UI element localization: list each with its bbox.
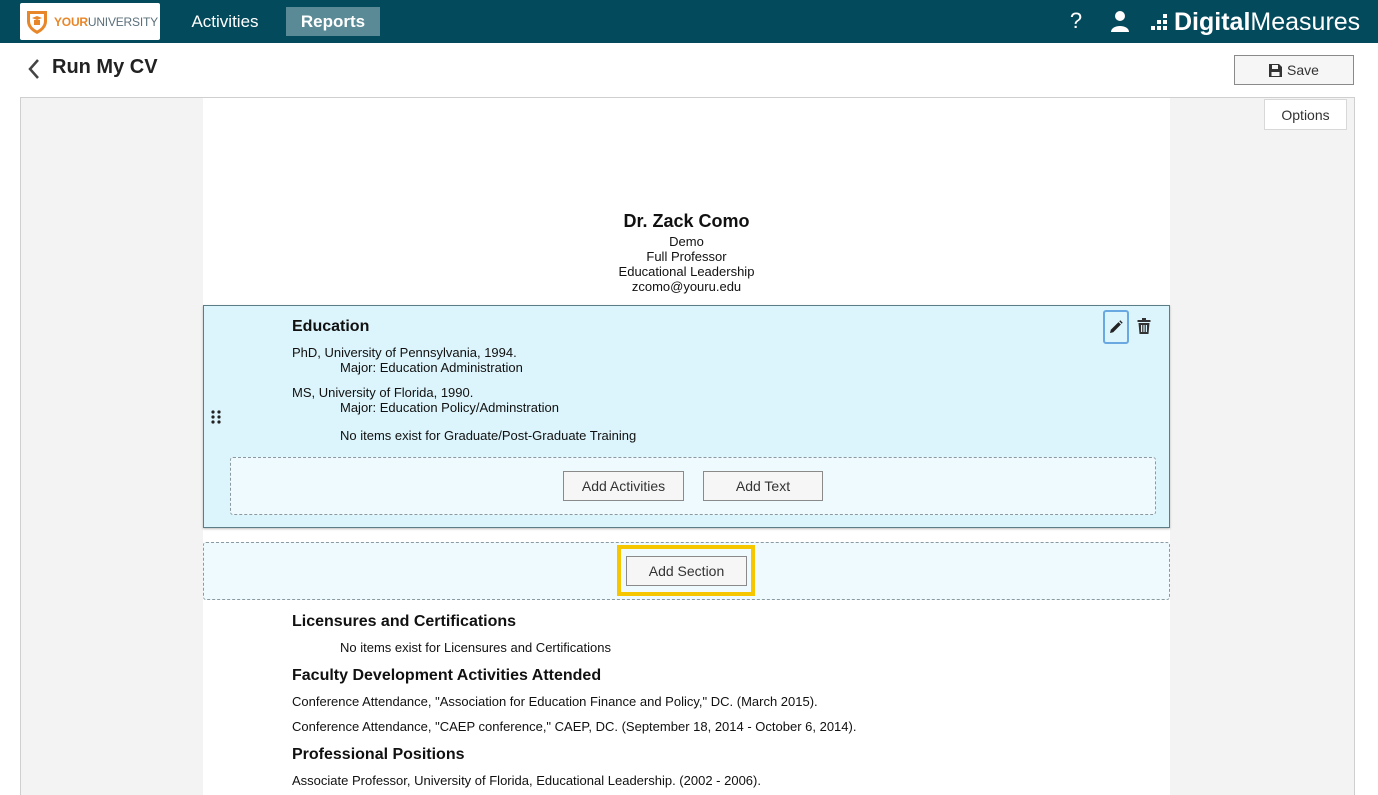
save-label: Save: [1287, 62, 1319, 78]
brand-regular-text: Measures: [1250, 8, 1361, 36]
tab-reports[interactable]: Reports: [286, 7, 380, 36]
pencil-icon: [1110, 320, 1123, 333]
cv-name: Dr. Zack Como: [623, 211, 750, 231]
cv-header: Dr. Zack Como Demo Full Professor Educat…: [203, 210, 1170, 294]
trash-icon: [1137, 318, 1151, 334]
save-button[interactable]: Save: [1234, 55, 1354, 85]
shield-logo-icon: [27, 10, 47, 34]
brand-dots-icon: [1151, 14, 1167, 30]
edit-section-button[interactable]: [1103, 310, 1129, 344]
drag-handle-icon[interactable]: [210, 409, 222, 425]
delete-section-button[interactable]: [1135, 316, 1153, 336]
help-icon[interactable]: ?: [1064, 8, 1088, 34]
education-entry-line: PhD, University of Pennsylvania, 1994.: [292, 345, 517, 360]
tab-activities[interactable]: Activities: [180, 7, 270, 36]
cv-department: Educational Leadership: [618, 264, 755, 279]
add-section-button[interactable]: Add Section: [626, 556, 747, 586]
logo-text: YOURUNIVERSITY: [54, 14, 158, 29]
top-navigation-bar: YOURUNIVERSITY Activities Reports ? Digi…: [0, 0, 1378, 43]
section-title-licensures: Licensures and Certifications: [292, 613, 517, 630]
education-entry-detail: Major: Education Administration: [340, 360, 523, 375]
section-title-faculty-development: Faculty Development Activities Attended: [292, 667, 602, 684]
user-account-icon[interactable]: [1108, 9, 1132, 33]
cv-email: zcomo@youru.edu: [631, 279, 742, 294]
add-text-button[interactable]: Add Text: [703, 471, 823, 501]
education-entry-detail: Major: Education Policy/Adminstration: [340, 400, 559, 415]
education-entry-line: MS, University of Florida, 1990.: [292, 385, 474, 400]
floppy-disk-icon: [1269, 63, 1283, 77]
cv-entry: Conference Attendance, "Association for …: [292, 694, 818, 709]
back-chevron-icon[interactable]: [26, 58, 42, 80]
university-logo[interactable]: YOURUNIVERSITY: [20, 3, 160, 40]
page-title: Run My CV: [52, 56, 158, 78]
cv-entry: Conference Attendance, "CAEP conference,…: [292, 719, 857, 734]
add-activities-button[interactable]: Add Activities: [563, 471, 684, 501]
digital-measures-brand: Digital Measures: [1150, 6, 1360, 38]
add-content-dropzone: [230, 457, 1156, 515]
brand-bold-text: Digital: [1174, 8, 1251, 36]
empty-note: No items exist for Licensures and Certif…: [340, 640, 611, 655]
cv-entry: Associate Professor, University of Flori…: [292, 773, 761, 788]
options-button[interactable]: Options: [1264, 99, 1347, 130]
empty-note: No items exist for Graduate/Post-Graduat…: [340, 428, 637, 443]
section-title-education: Education: [292, 318, 370, 335]
section-title-professional-positions: Professional Positions: [292, 746, 465, 763]
cv-rank: Full Professor: [646, 249, 727, 264]
cv-subtitle: Demo: [669, 234, 704, 249]
